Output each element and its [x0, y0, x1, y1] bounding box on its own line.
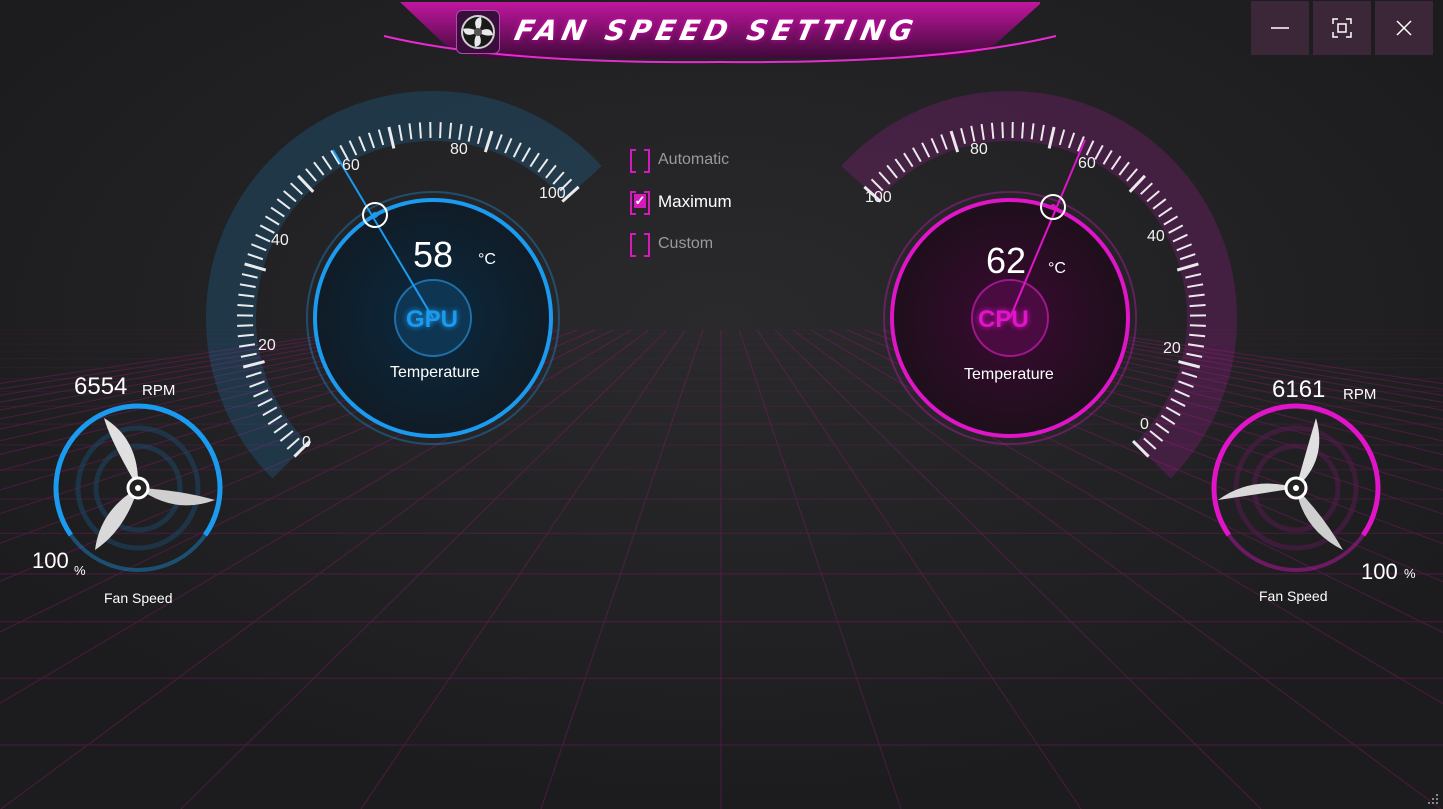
gpu-tick-label-0: 0	[302, 434, 311, 451]
gpu-tick-label-60: 60	[342, 157, 360, 174]
cpu-temperature-unit: °C	[1048, 260, 1066, 277]
gpu-fan-widget	[53, 403, 223, 572]
automatic-label: Automatic	[658, 151, 730, 168]
minimize-icon	[1271, 27, 1289, 29]
maximum-checkbox[interactable]: ✓	[630, 191, 650, 215]
cpu-temperature-value: 62	[986, 240, 1027, 281]
cpu-temperature-caption: Temperature	[964, 366, 1054, 383]
resize-grip-icon[interactable]	[1424, 790, 1440, 806]
gpu-temperature-value: 58	[413, 234, 454, 275]
automatic-checkbox[interactable]	[630, 149, 650, 173]
gpu-fan-rpm-value: 6554	[74, 373, 128, 400]
cpu-tick-label-60: 60	[1078, 155, 1096, 172]
custom-checkbox[interactable]	[630, 233, 650, 257]
cpu-tick-label-80: 80	[970, 141, 988, 158]
app-logo-icon	[456, 10, 500, 54]
cpu-fan-rpm-value: 6161	[1272, 376, 1326, 403]
cpu-fan-percent-unit: %	[1404, 566, 1416, 581]
window-title: FAN SPEED SETTING	[511, 14, 921, 47]
close-button[interactable]	[1375, 1, 1433, 55]
gpu-temperature-caption: Temperature	[390, 364, 480, 381]
close-icon	[1396, 20, 1412, 36]
maximize-button[interactable]	[1313, 1, 1371, 55]
minimize-button[interactable]	[1251, 1, 1309, 55]
cpu-label: CPU	[978, 306, 1029, 333]
gpu-fan-percent-unit: %	[74, 563, 86, 578]
cpu-fan-caption: Fan Speed	[1259, 588, 1328, 604]
gpu-fan-caption: Fan Speed	[104, 590, 173, 606]
cpu-tick-label-0: 0	[1140, 416, 1149, 433]
gpu-temperature-gauge	[206, 91, 602, 479]
gpu-tick-label-100: 100	[539, 185, 566, 202]
cpu-tick-label-100: 100	[865, 189, 892, 206]
gpu-fan-rpm-unit: RPM	[142, 382, 176, 399]
gpu-fan-percent-value: 100	[32, 548, 69, 573]
custom-label: Custom	[658, 235, 714, 252]
gpu-tick-label-20: 20	[258, 337, 276, 354]
cpu-tick-label-20: 20	[1163, 340, 1181, 357]
cpu-temperature-gauge	[841, 91, 1237, 479]
option-custom[interactable]: Custom	[630, 231, 713, 257]
option-automatic[interactable]: Automatic	[630, 147, 729, 173]
check-icon: ✓	[634, 193, 646, 208]
cpu-fan-rpm-unit: RPM	[1343, 386, 1377, 403]
cpu-tick-label-40: 40	[1147, 228, 1165, 245]
maximize-icon	[1332, 18, 1352, 38]
gpu-label: GPU	[406, 306, 459, 333]
gpu-temperature-unit: °C	[478, 251, 496, 268]
gpu-tick-label-40: 40	[271, 232, 289, 249]
cpu-fan-percent-value: 100	[1361, 559, 1398, 584]
option-maximum[interactable]: ✓ Maximum	[630, 189, 732, 215]
gpu-tick-label-80: 80	[450, 141, 468, 158]
maximum-label: Maximum	[658, 192, 732, 211]
